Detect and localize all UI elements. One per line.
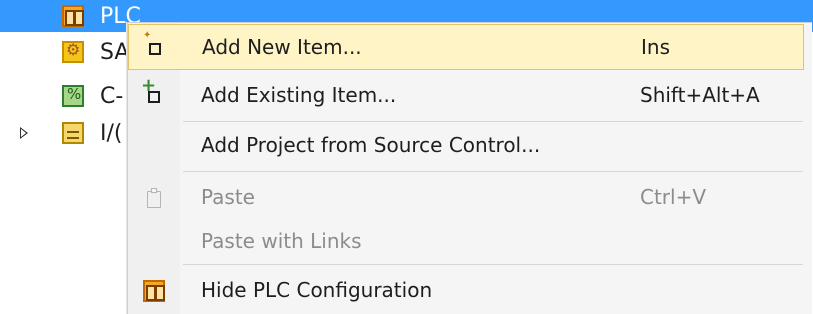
menu-item-shortcut: Ins [641, 35, 670, 59]
plc-icon [62, 5, 84, 27]
menu-item-label: Paste [201, 185, 255, 209]
expand-arrow-icon[interactable] [20, 127, 28, 139]
menu-item-shortcut: Ctrl+V [640, 185, 707, 209]
menu-separator [183, 171, 803, 172]
menu-separator [183, 264, 803, 265]
menu-item-label: Add New Item... [202, 35, 362, 59]
safety-icon [62, 40, 84, 63]
tree-item-label: SA [100, 40, 130, 65]
menu-item-hide-plc-configuration[interactable]: Hide PLC Configuration [128, 268, 804, 314]
io-icon [62, 122, 84, 144]
menu-item-label: Hide PLC Configuration [201, 278, 433, 302]
context-menu: Add New Item... Ins Add Existing Item...… [127, 22, 812, 314]
menu-item-add-project-from-source-control[interactable]: Add Project from Source Control... [128, 123, 804, 169]
menu-item-label: Add Project from Source Control... [201, 133, 541, 157]
c-plus-plus-icon [62, 85, 84, 107]
add-new-item-icon [143, 30, 167, 60]
menu-separator [183, 121, 803, 122]
menu-item-add-new-item[interactable]: Add New Item... Ins [128, 24, 804, 70]
menu-item-label: Add Existing Item... [201, 83, 397, 107]
tree-item-label: I/( [100, 121, 123, 146]
tree-item-label: C- [100, 84, 124, 109]
add-existing-item-icon [141, 75, 166, 108]
plc-icon [143, 280, 165, 302]
menu-item-paste-with-links: Paste with Links [128, 219, 804, 265]
menu-item-label: Paste with Links [201, 229, 362, 253]
menu-item-add-existing-item[interactable]: Add Existing Item... Shift+Alt+A [128, 73, 804, 119]
paste-icon [142, 186, 166, 210]
menu-item-paste: Paste Ctrl+V [128, 175, 804, 221]
menu-item-shortcut: Shift+Alt+A [640, 83, 760, 107]
